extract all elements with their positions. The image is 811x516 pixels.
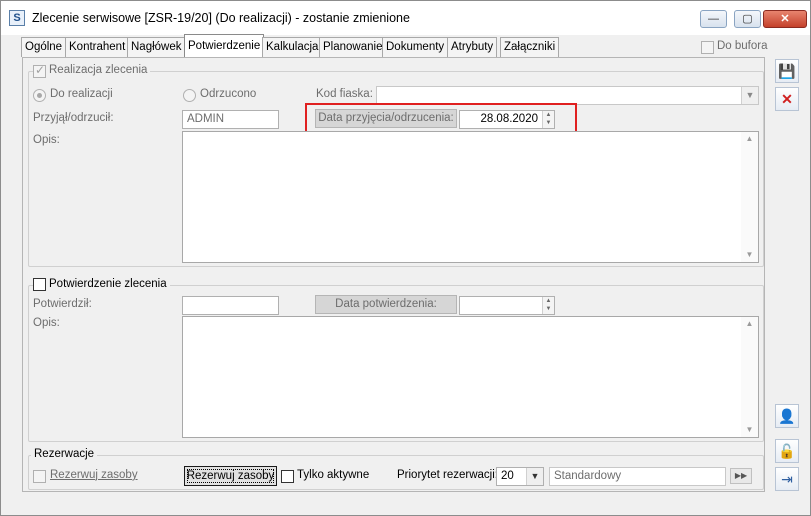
odrzucono-label: Odrzucono: [200, 88, 257, 100]
user-icon[interactable]: 👤: [775, 404, 799, 428]
potwierdzenie-opis-textarea[interactable]: ▲ ▼: [182, 316, 759, 438]
kod-fiaska-label: Kod fiaska:: [316, 88, 373, 100]
potwierdzil-label: Potwierdził:: [33, 298, 92, 310]
tab-kontrahent[interactable]: Kontrahent: [65, 37, 130, 57]
chevron-down-icon[interactable]: ▼: [741, 87, 758, 104]
priorytet-label: Priorytet rezerwacji:: [397, 469, 498, 481]
tab-ogolne[interactable]: Ogólne: [21, 37, 67, 57]
rezerwacje-legend: Rezerwacje: [31, 448, 98, 460]
potwierdzenie-opis-label: Opis:: [33, 317, 60, 329]
tab-dokumenty[interactable]: Dokumenty: [382, 37, 449, 57]
priorytet-name-field: Standardowy: [549, 467, 726, 486]
window-title: Zlecenie serwisowe [ZSR-19/20] (Do reali…: [32, 11, 410, 25]
przyjal-label: Przyjął/odrzucił:: [33, 112, 114, 124]
do-realizacji-radio[interactable]: [33, 89, 46, 102]
scroll-down-icon[interactable]: ▼: [741, 248, 758, 262]
potwierdzil-field[interactable]: [182, 296, 279, 315]
close-button[interactable]: ✕: [763, 10, 807, 28]
rezerwuj-zasoby-label: Rezerwuj zasoby: [50, 469, 138, 481]
tab-naglowek[interactable]: Nagłówek: [127, 37, 186, 57]
potwierdzenie-legend: Potwierdzenie zlecenia: [46, 278, 170, 290]
pin-icon[interactable]: ⇥: [775, 467, 799, 491]
rezerwuj-zasoby-button[interactable]: Rezerwuj zasoby: [184, 466, 277, 486]
tab-zalaczniki[interactable]: Załączniki: [500, 37, 560, 57]
opis-label: Opis:: [33, 134, 60, 146]
tab-atrybuty[interactable]: Atrybuty: [447, 37, 498, 57]
realizacja-checkbox[interactable]: [33, 63, 46, 78]
data-potwierdzenia-field[interactable]: ▲ ▼: [459, 296, 555, 315]
tab-planowanie[interactable]: Planowanie: [319, 37, 387, 57]
scroll-down-icon[interactable]: ▼: [741, 423, 758, 437]
app-icon: S: [9, 10, 25, 26]
tab-potwierdzenie[interactable]: Potwierdzenie: [184, 34, 265, 58]
opis-scrollbar[interactable]: ▲ ▼: [741, 132, 758, 262]
minimize-button[interactable]: —: [700, 10, 727, 28]
potwierdzenie-opis-scrollbar[interactable]: ▲ ▼: [741, 317, 758, 437]
odrzucono-radio[interactable]: [183, 89, 196, 102]
realizacja-legend: Realizacja zlecenia: [46, 64, 151, 76]
tylko-aktywne-label: Tylko aktywne: [297, 469, 370, 481]
service-order-window: S Zlecenie serwisowe [ZSR-19/20] (Do rea…: [0, 0, 811, 516]
przyjal-field[interactable]: ADMIN: [182, 110, 279, 129]
priorytet-value: 20: [501, 470, 514, 482]
do-realizacji-label: Do realizacji: [50, 88, 113, 100]
chevron-down-icon[interactable]: ▼: [526, 468, 543, 485]
priorytet-select[interactable]: 20 ▼: [496, 467, 544, 486]
title-bar: S Zlecenie serwisowe [ZSR-19/20] (Do rea…: [1, 1, 810, 35]
do-bufora-checkbox[interactable]: [701, 41, 714, 54]
opis-textarea[interactable]: ▲ ▼: [182, 131, 759, 263]
priorytet-nav-icon[interactable]: ▶▶: [730, 468, 752, 484]
date-spin-icon[interactable]: ▲ ▼: [542, 297, 554, 314]
lock-icon[interactable]: 🔓: [775, 439, 799, 463]
tylko-aktywne-checkbox[interactable]: [281, 470, 294, 483]
save-icon[interactable]: 💾: [775, 59, 799, 83]
maximize-button[interactable]: ▢: [734, 10, 761, 28]
do-bufora-label: Do bufora: [717, 40, 768, 52]
rezerwuj-zasoby-checkbox[interactable]: [33, 470, 46, 483]
data-potwierdzenia-button[interactable]: Data potwierdzenia:: [315, 295, 457, 314]
delete-icon[interactable]: ✕: [775, 87, 799, 111]
tab-kalkulacja[interactable]: Kalkulacja: [262, 37, 323, 57]
scroll-up-icon[interactable]: ▲: [741, 317, 758, 331]
potwierdzenie-checkbox[interactable]: [33, 278, 46, 291]
scroll-up-icon[interactable]: ▲: [741, 132, 758, 146]
